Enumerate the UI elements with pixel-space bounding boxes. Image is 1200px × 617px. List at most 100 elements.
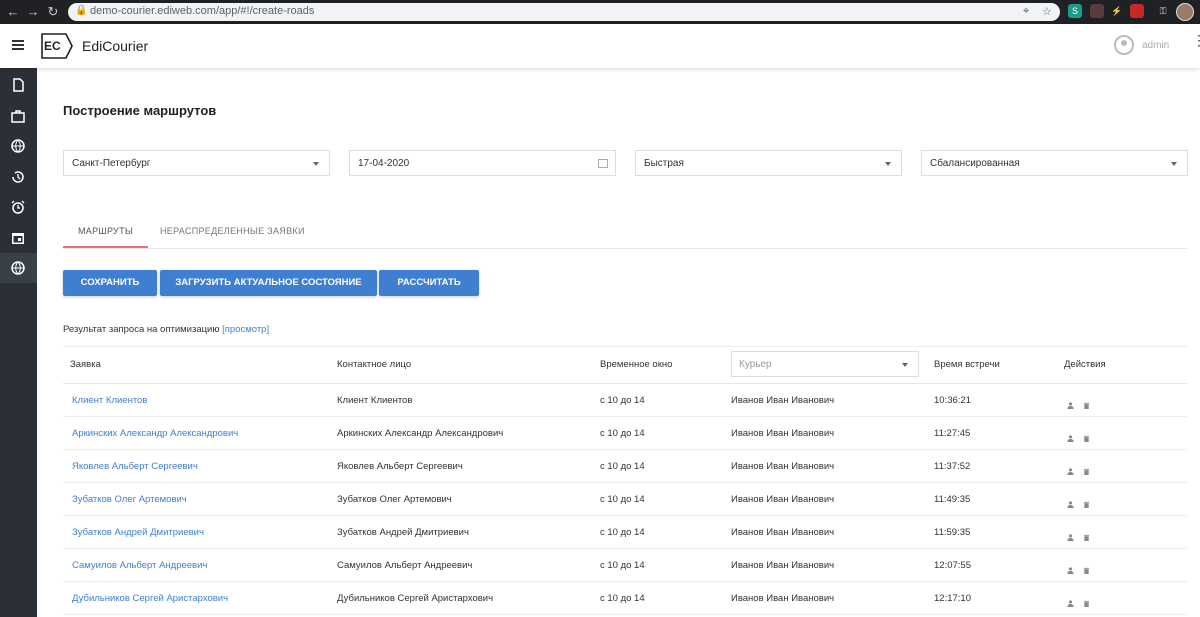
trash-icon[interactable] [1083, 495, 1090, 508]
key-icon[interactable]: ⚿ [1156, 4, 1170, 18]
view-link[interactable]: [просмотр] [222, 324, 269, 335]
menu-icon[interactable] [12, 40, 24, 50]
contact-name: Дубильников Сергей Аристархович [337, 593, 494, 604]
city-select[interactable]: Санкт-Петербург [63, 150, 330, 176]
table-row: Яковлев Альберт Сергеевич Яковлев Альберт… [63, 450, 1188, 483]
sidebar-item-calendar[interactable] [0, 223, 37, 253]
speed-value: Быстрая [644, 158, 684, 169]
reload-icon[interactable]: ↻ [44, 3, 62, 21]
contact-name: Яковлев Альберт Сергеевич [337, 461, 463, 472]
header-window: Временное окно [600, 359, 673, 370]
order-link[interactable]: Зубатков Андрей Дмитриевич [72, 527, 204, 538]
user-name[interactable]: admin [1142, 40, 1169, 51]
brand-name: EdiCourier [82, 38, 149, 54]
caret-down-icon [885, 162, 891, 166]
header-actions: Действия [1064, 359, 1106, 370]
time-window: с 10 до 14 [600, 593, 645, 604]
trash-icon[interactable] [1083, 429, 1090, 442]
result-text: Результат запроса на оптимизацию [63, 324, 220, 335]
extension-icon[interactable]: ⚡ [1110, 4, 1124, 18]
table-row: Клиент Клиентов Клиент Клиентов с 10 до 14… [63, 384, 1188, 417]
address-bar[interactable]: 🔒 demo-courier.ediweb.com/app/#!/create-… [68, 3, 1060, 21]
speed-select[interactable]: Быстрая [635, 150, 902, 176]
order-link[interactable]: Зубатков Олег Артемович [72, 494, 187, 505]
app-header: EC EdiCourier admin ⋮ [0, 24, 1200, 68]
trash-icon[interactable] [1083, 561, 1090, 574]
table-row: Аркинских Александр Александрович Аркинск… [63, 417, 1188, 450]
person-icon[interactable] [1067, 528, 1074, 541]
browser-toolbar: ← → ↻ 🔒 demo-courier.ediweb.com/app/#!/c… [0, 0, 1200, 24]
sidebar [0, 68, 37, 617]
lock-icon: 🔒 [75, 5, 88, 16]
person-icon[interactable] [1067, 561, 1074, 574]
document-icon [13, 78, 24, 92]
contact-name: Самуилов Альберт Андреевич [337, 560, 473, 571]
courier-filter-select[interactable]: Курьер [731, 351, 919, 377]
calendar-icon [12, 233, 24, 244]
extension-icon[interactable] [1090, 4, 1104, 18]
briefcase-icon [11, 110, 25, 123]
save-button[interactable]: СОХРАНИТЬ [63, 270, 157, 296]
extension-icon[interactable] [1130, 4, 1144, 18]
bookmark-star-icon[interactable]: ☆ [1042, 5, 1052, 18]
order-link[interactable]: Яковлев Альберт Сергеевич [72, 461, 198, 472]
contact-name: Зубатков Андрей Дмитриевич [337, 527, 469, 538]
sidebar-item-documents[interactable] [0, 70, 37, 100]
sidebar-item-routes[interactable] [0, 253, 37, 283]
trash-icon[interactable] [1083, 528, 1090, 541]
date-value: 17-04-2020 [358, 158, 410, 169]
order-link[interactable]: Клиент Клиентов [72, 395, 147, 406]
courier-name: Иванов Иван Иванович [731, 461, 835, 472]
order-link[interactable]: Аркинских Александр Александрович [72, 428, 238, 439]
city-value: Санкт-Петербург [72, 158, 151, 169]
user-icon[interactable] [1114, 35, 1134, 55]
table-header: Заявка Контактное лицо Временное окно Ку… [63, 346, 1188, 384]
date-input[interactable]: 17-04-2020 [349, 150, 616, 176]
sidebar-item-map[interactable] [0, 131, 37, 161]
contact-name: Аркинских Александр Александрович [337, 428, 504, 439]
optimization-result: Результат запроса на оптимизацию [просмо… [63, 324, 269, 335]
trash-icon[interactable] [1083, 462, 1090, 475]
trash-icon[interactable] [1083, 396, 1090, 409]
person-icon[interactable] [1067, 429, 1074, 442]
routes-table: Заявка Контактное лицо Временное окно Ку… [63, 346, 1188, 615]
calendar-icon[interactable] [598, 159, 608, 168]
time-window: с 10 до 14 [600, 395, 645, 406]
profile-avatar[interactable] [1176, 3, 1194, 21]
person-icon[interactable] [1067, 462, 1074, 475]
globe-icon [11, 261, 25, 275]
person-icon[interactable] [1067, 594, 1074, 607]
location-icon[interactable]: ⌖ [1023, 5, 1029, 18]
sidebar-item-alarms[interactable] [0, 192, 37, 222]
calculate-button[interactable]: РАССЧИТАТЬ [379, 270, 479, 296]
person-icon[interactable] [1067, 396, 1074, 409]
more-vert-icon[interactable]: ⋮ [1192, 33, 1200, 47]
header-contact: Контактное лицо [337, 359, 412, 370]
order-link[interactable]: Самуилов Альберт Андреевич [72, 560, 207, 571]
table-row: Зубатков Андрей Дмитриевич Зубатков Андре… [63, 516, 1188, 549]
time-window: с 10 до 14 [600, 461, 645, 472]
back-icon[interactable]: ← [4, 3, 22, 21]
person-icon[interactable] [1067, 495, 1074, 508]
caret-down-icon [902, 363, 908, 367]
sidebar-item-history[interactable] [0, 162, 37, 192]
table-row: Самуилов Альберт Андреевич Самуилов Альбе… [63, 549, 1188, 582]
courier-name: Иванов Иван Иванович [731, 527, 835, 538]
url-text: demo-courier.ediweb.com/app/#!/create-ro… [90, 5, 315, 17]
load-state-button[interactable]: ЗАГРУЗИТЬ АКТУАЛЬНОЕ СОСТОЯНИЕ [160, 270, 377, 296]
tab-unassigned[interactable]: НЕРАСПРЕДЕЛЕННЫЕ ЗАЯВКИ [160, 216, 305, 246]
forward-icon[interactable]: → [24, 3, 42, 21]
extension-icon[interactable]: S [1068, 4, 1082, 18]
table-row: Дубильников Сергей Аристархович Дубильник… [63, 582, 1188, 615]
svg-text:EC: EC [44, 39, 61, 53]
trash-icon[interactable] [1083, 594, 1090, 607]
balance-select[interactable]: Сбалансированная [921, 150, 1188, 176]
meet-time: 11:27:45 [934, 428, 971, 439]
table-row: Зубатков Олег Артемович Зубатков Олег Арт… [63, 483, 1188, 516]
meet-time: 12:17:10 [934, 593, 971, 604]
balance-value: Сбалансированная [930, 158, 1020, 169]
tab-routes[interactable]: МАРШРУТЫ [63, 216, 149, 248]
courier-name: Иванов Иван Иванович [731, 428, 835, 439]
order-link[interactable]: Дубильников Сергей Аристархович [72, 593, 228, 604]
sidebar-item-orders[interactable] [0, 101, 37, 131]
